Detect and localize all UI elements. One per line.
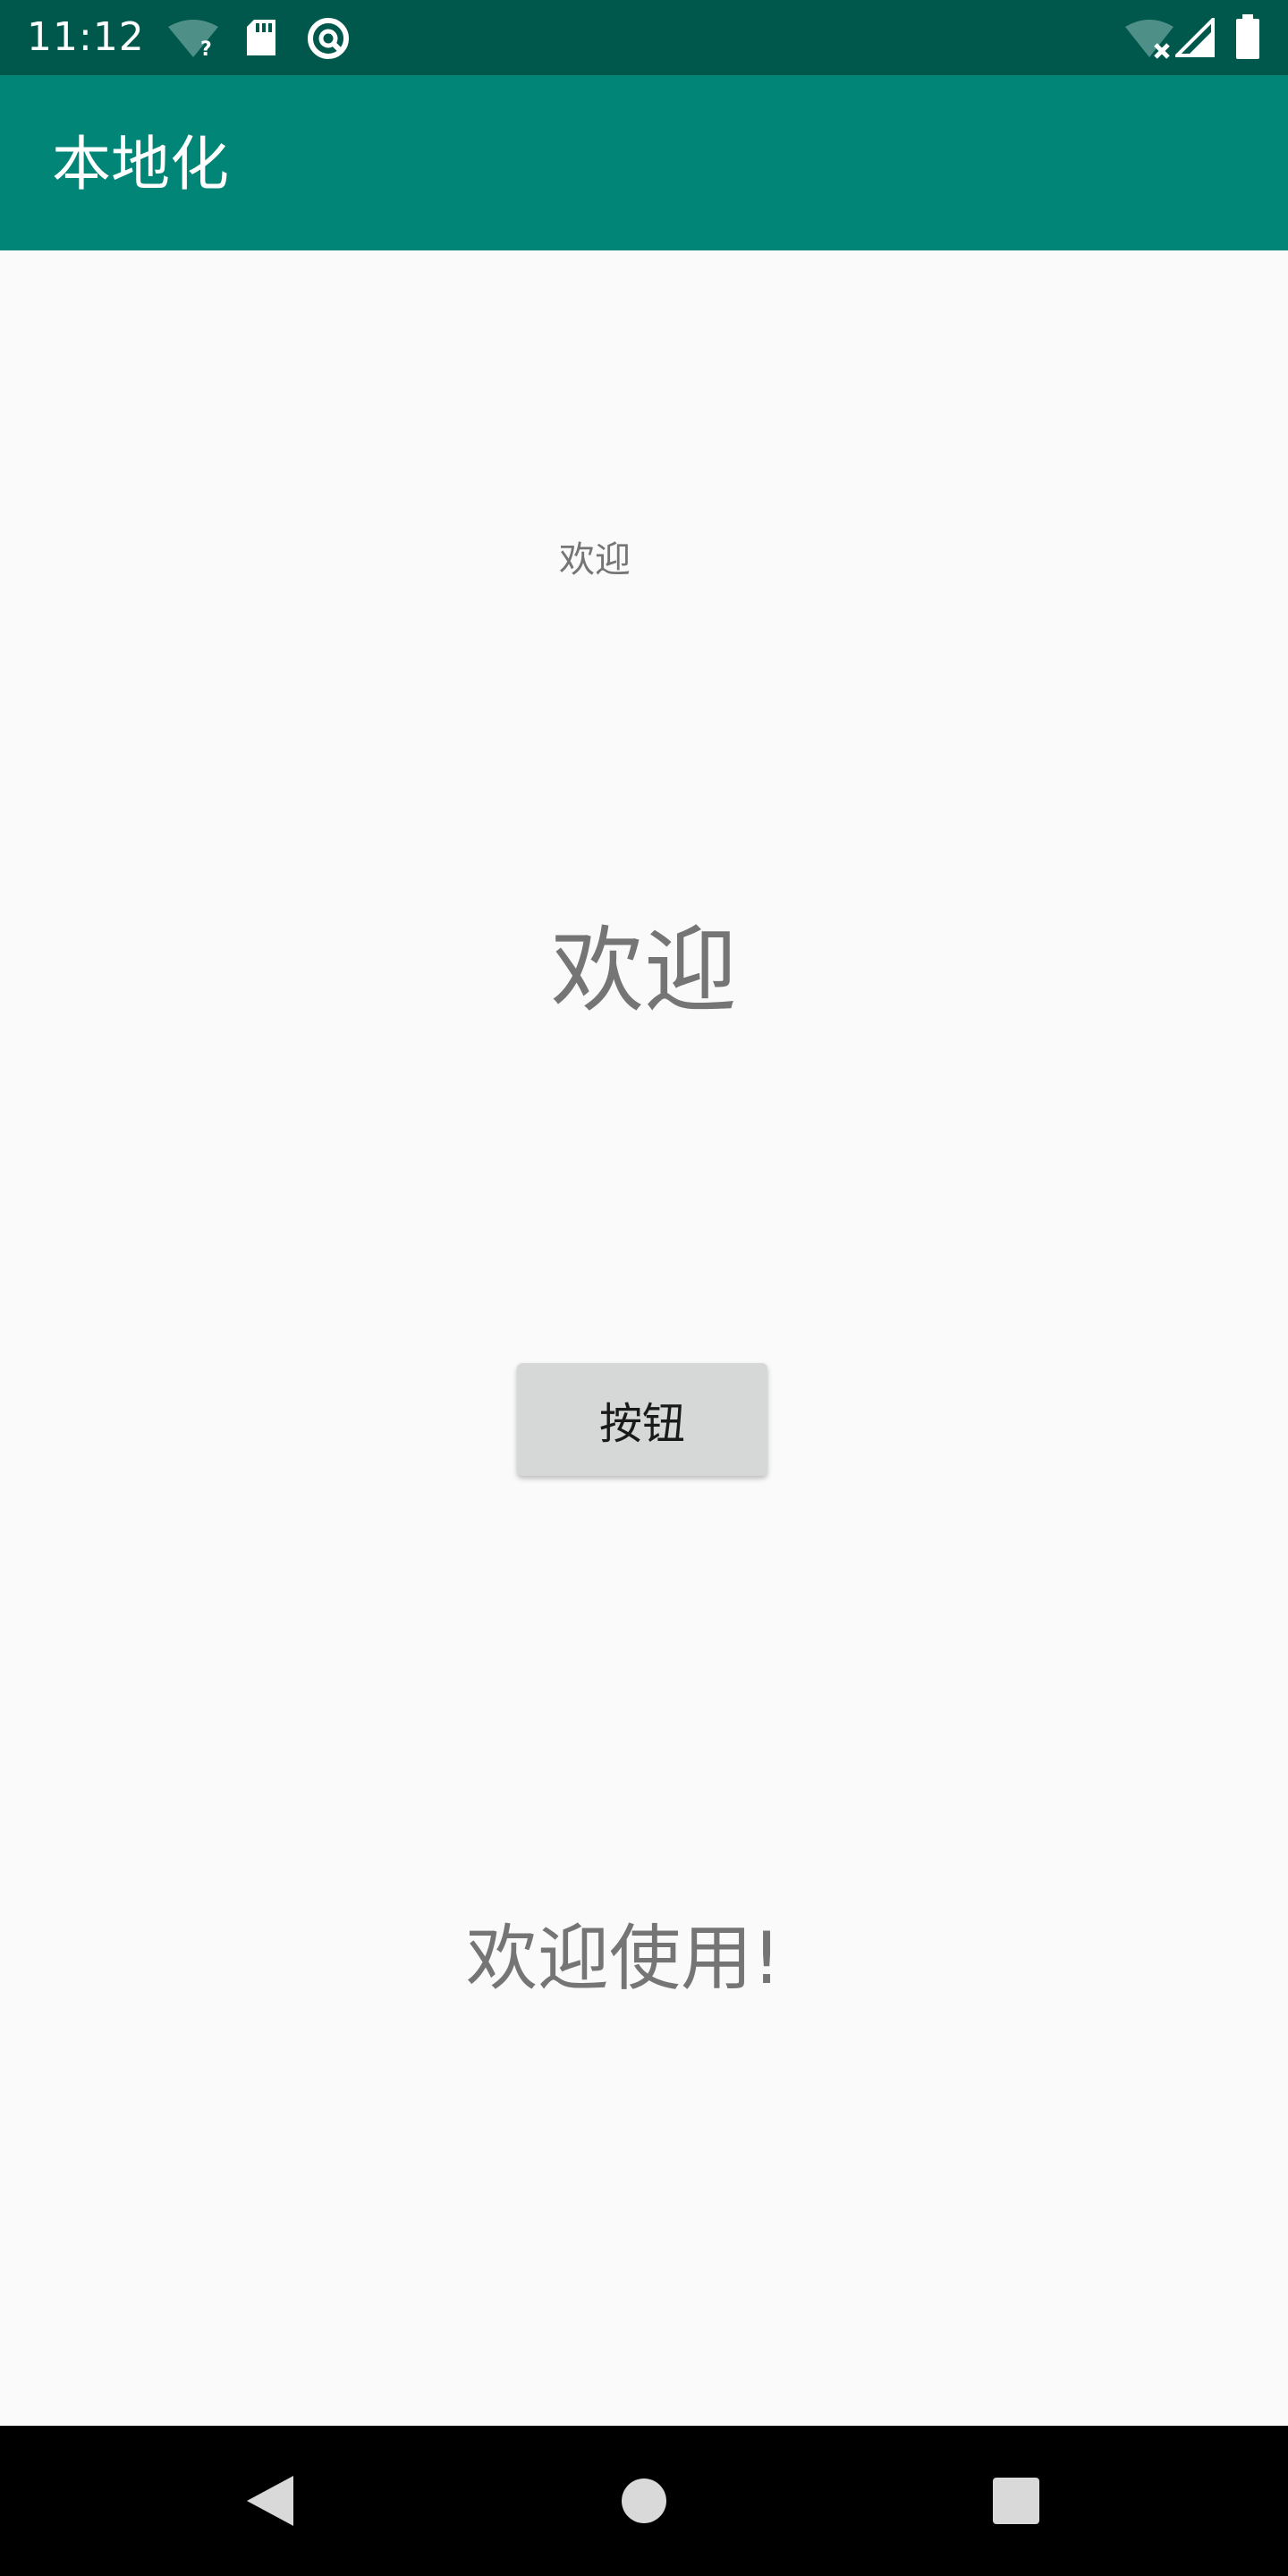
- sd-card-icon: [247, 20, 275, 55]
- status-time: 11:12: [27, 14, 145, 60]
- wifi-off-icon: [1125, 20, 1174, 59]
- at-sign-icon: [308, 18, 349, 59]
- main-content: 欢迎 欢迎 按钮 欢迎使用!: [0, 250, 1288, 2426]
- navigation-bar: [0, 2426, 1288, 2576]
- page-title: 本地化: [52, 130, 229, 199]
- welcome-text-small: 欢迎: [559, 539, 631, 580]
- battery-icon: [1236, 14, 1259, 59]
- recents-icon[interactable]: [971, 2456, 1061, 2546]
- welcome-message: 欢迎使用!: [465, 1917, 782, 2000]
- app-bar: 本地化: [0, 75, 1288, 250]
- status-bar: 11:12 ?: [0, 0, 1288, 75]
- wifi-unknown-icon: ?: [168, 20, 218, 59]
- welcome-text-large: 欢迎: [550, 916, 737, 1025]
- signal-icon: [1175, 18, 1215, 57]
- home-icon[interactable]: [599, 2456, 689, 2546]
- back-icon[interactable]: [225, 2456, 315, 2546]
- action-button[interactable]: 按钮: [517, 1363, 767, 1476]
- svg-text:?: ?: [200, 38, 212, 59]
